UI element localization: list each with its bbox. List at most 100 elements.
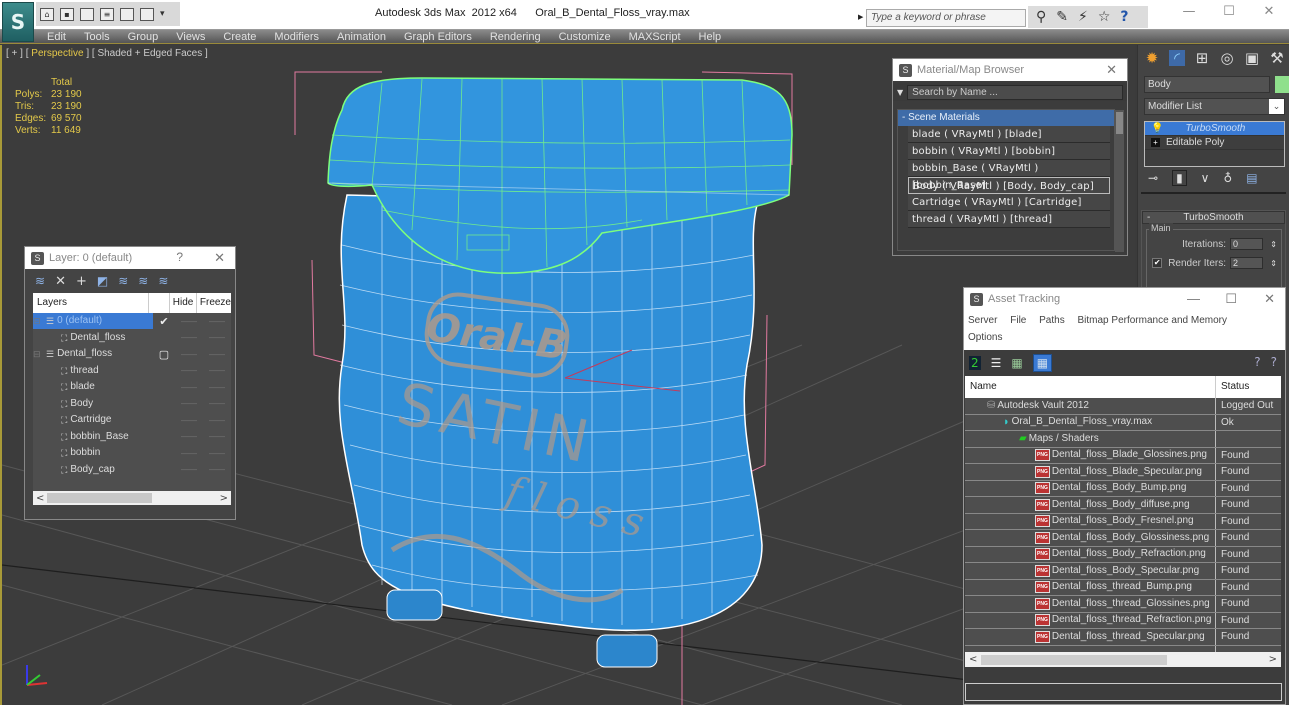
menu-edit[interactable]: Edit <box>47 30 66 43</box>
menu-modifiers[interactable]: Modifiers <box>274 30 319 43</box>
scene-materials-group[interactable]: - Scene Materials <box>898 110 1114 126</box>
menu-animation[interactable]: Animation <box>337 30 386 43</box>
context-help-icon[interactable]: ? <box>1271 355 1277 369</box>
object-name-field[interactable]: Body <box>1144 76 1270 93</box>
collapse-icon[interactable]: - <box>1147 212 1150 223</box>
freeze-toggle[interactable]: —— <box>203 432 231 441</box>
asset-horizontal-scrollbar[interactable]: < > <box>965 652 1281 667</box>
modify-icon[interactable]: ◜ <box>1169 49 1185 67</box>
material-item[interactable]: blade ( VRayMtl ) [blade] <box>908 126 1110 143</box>
material-item-selected[interactable]: Body ( VRayMtl ) [Body, Body_cap] <box>908 177 1110 194</box>
hide-toggle[interactable]: —— <box>175 432 203 441</box>
project-icon[interactable]: ≡ <box>100 7 114 21</box>
material-vertical-scrollbar[interactable] <box>1115 110 1124 252</box>
freeze-all-icon[interactable]: ≋ <box>158 274 168 288</box>
active-layer-check[interactable]: ✔ <box>153 315 175 328</box>
layer-row[interactable]: ⛶ Body_cap —— —— <box>33 462 231 479</box>
asset-row[interactable]: PNG Dental_floss_thread_Specular.png Found <box>965 629 1281 646</box>
menu-file[interactable]: File <box>1010 315 1026 326</box>
collapse-icon[interactable]: ⊟ <box>33 313 43 329</box>
freeze-toggle[interactable]: —— <box>203 317 231 326</box>
hide-toggle[interactable]: —— <box>175 383 203 392</box>
close-button[interactable]: ✕ <box>1106 62 1117 78</box>
satellite-icon[interactable]: ⚡ <box>1078 9 1088 25</box>
close-button[interactable]: ✕ <box>1264 291 1275 307</box>
column-status[interactable]: Status <box>1216 376 1249 398</box>
freeze-toggle[interactable]: —— <box>203 449 231 458</box>
asset-row[interactable]: PNG Dental_floss_Body_Fresnel.png Found <box>965 513 1281 530</box>
material-item[interactable]: Cartridge ( VRayMtl ) [Cartridge] <box>908 194 1110 211</box>
close-button[interactable]: ✕ <box>214 250 225 266</box>
list-view-icon[interactable]: ☰ <box>991 356 1002 370</box>
table-view-icon[interactable]: ▦ <box>1032 354 1053 372</box>
remove-modifier-icon[interactable]: ♁ <box>1223 171 1232 185</box>
menu-group[interactable]: Group <box>128 30 159 43</box>
scroll-left-arrow[interactable]: < <box>36 493 44 504</box>
scroll-thumb[interactable] <box>1116 112 1123 134</box>
column-name[interactable]: Name <box>965 376 1216 398</box>
help-icon[interactable]: ? <box>1254 355 1260 369</box>
expand-icon[interactable]: + <box>1151 138 1160 147</box>
stack-item-turbosmooth[interactable]: 💡 TurboSmooth <box>1145 122 1284 136</box>
freeze-toggle[interactable]: —— <box>203 465 231 474</box>
asset-row[interactable]: PNG Dental_floss_Body_Specular.png Found <box>965 563 1281 580</box>
asset-row[interactable]: PNG Dental_floss_Blade_Specular.png Found <box>965 464 1281 481</box>
spinner-icon[interactable]: ⇕ <box>1270 259 1277 268</box>
layer-row[interactable]: ⛶ Cartridge —— —— <box>33 412 231 429</box>
layer-row[interactable]: ⛶ blade —— —— <box>33 379 231 396</box>
viewport-label[interactable]: [ + ] [ Perspective ] [ Shaded + Edged F… <box>6 48 208 59</box>
pin-stack-icon[interactable]: ⊸ <box>1148 171 1158 185</box>
layer-row[interactable]: ⛶ bobbin_Base —— —— <box>33 429 231 446</box>
viewport-shading-mode[interactable]: ] [ Shaded + Edged Faces ] <box>84 48 207 59</box>
help-button[interactable]: ? <box>176 250 183 264</box>
menu-rendering[interactable]: Rendering <box>490 30 541 43</box>
stack-item-editable-poly[interactable]: + Editable Poly <box>1145 136 1284 150</box>
hide-toggle[interactable]: —— <box>175 350 203 359</box>
favorites-star-icon[interactable]: ☆ <box>1098 9 1111 25</box>
utilities-icon[interactable]: ⚒ <box>1269 49 1285 67</box>
configure-modifier-sets-icon[interactable]: ▤ <box>1246 171 1257 185</box>
display-icon[interactable]: ▣ <box>1244 49 1260 67</box>
select-objects-icon[interactable]: ◩ <box>97 274 108 288</box>
hide-toggle[interactable]: —— <box>175 333 203 342</box>
chevron-down-icon[interactable]: ⌄ <box>1269 99 1284 114</box>
hide-toggle[interactable]: —— <box>175 399 203 408</box>
menu-tools[interactable]: Tools <box>84 30 110 43</box>
motion-icon[interactable]: ◎ <box>1219 49 1235 67</box>
layer-row[interactable]: ⛶ thread —— —— <box>33 363 231 380</box>
asset-row[interactable]: PNG Dental_floss_Body_Bump.png Found <box>965 480 1281 497</box>
dropdown-icon[interactable]: ▾ <box>160 9 165 19</box>
make-unique-icon[interactable]: ∨ <box>1201 171 1210 185</box>
layer-dialog-titlebar[interactable]: S Layer: 0 (default) ? ✕ <box>25 247 235 269</box>
asset-row[interactable]: ◗ Oral_B_Dental_Floss_vray.max Ok <box>965 414 1281 431</box>
freeze-toggle[interactable]: —— <box>203 383 231 392</box>
menu-customize[interactable]: Customize <box>559 30 611 43</box>
freeze-toggle[interactable]: —— <box>203 399 231 408</box>
hide-all-icon[interactable]: ≋ <box>138 274 148 288</box>
freeze-toggle[interactable]: —— <box>203 416 231 425</box>
app-menu-logo[interactable]: S <box>2 2 34 42</box>
asset-row[interactable]: PNG Dental_floss_thread_Refraction.png Fou… <box>965 612 1281 629</box>
layer-row[interactable]: ⛶ Body —— —— <box>33 396 231 413</box>
menu-bitmap-performance[interactable]: Bitmap Performance and Memory <box>1078 315 1228 326</box>
minimize-button[interactable]: — <box>1169 4 1209 19</box>
freeze-toggle[interactable]: —— <box>203 366 231 375</box>
new-icon[interactable] <box>80 7 94 21</box>
scroll-right-arrow[interactable]: > <box>1269 654 1277 665</box>
help-icon[interactable]: ? <box>1120 9 1128 25</box>
asset-row[interactable]: ▰ Maps / Shaders <box>965 431 1281 448</box>
save-icon[interactable]: ▪ <box>60 7 74 21</box>
hierarchy-icon[interactable]: ⊞ <box>1194 49 1210 67</box>
layer-row[interactable]: ⊟ ☰ Dental_floss ▢ —— —— <box>33 346 231 363</box>
collapse-icon[interactable]: ⊟ <box>33 346 43 362</box>
minimize-button[interactable]: — <box>1187 291 1200 306</box>
render-iters-input[interactable]: 2 <box>1230 257 1263 269</box>
column-freeze[interactable]: Freeze <box>197 293 231 313</box>
menu-server[interactable]: Server <box>968 315 997 326</box>
material-browser-titlebar[interactable]: S Material/Map Browser ✕ <box>893 59 1127 81</box>
highlight-layer-icon[interactable]: ≋ <box>118 274 128 288</box>
menu-paths[interactable]: Paths <box>1039 315 1065 326</box>
thumbnail-view-icon[interactable]: ▦ <box>1011 356 1022 370</box>
spinner-icon[interactable]: ⇕ <box>1270 240 1277 249</box>
search-input[interactable]: Type a keyword or phrase <box>866 9 1026 27</box>
